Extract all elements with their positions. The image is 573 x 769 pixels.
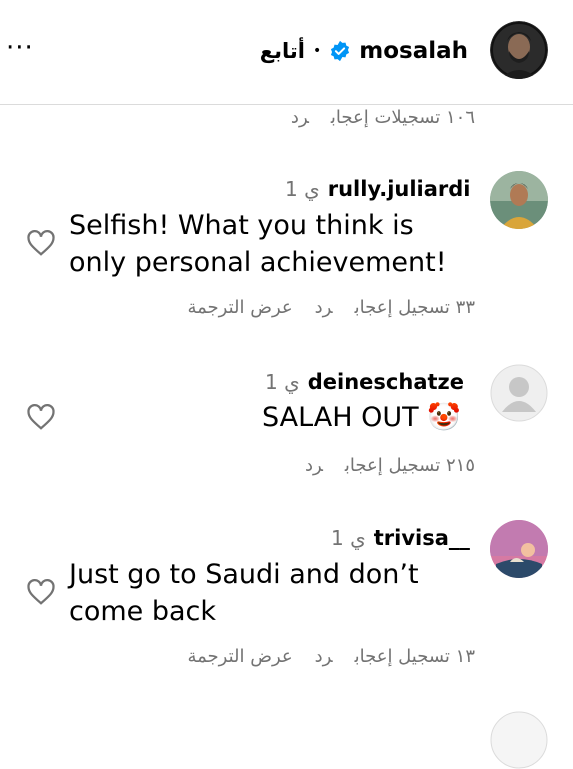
likes-count[interactable]: ٣٣ تسجيل إعجاب — [355, 297, 475, 318]
comment-username[interactable]: deineschatze — [308, 370, 464, 394]
header-divider — [0, 104, 573, 105]
comment-meta: ١٣ تسجيل إعجاب رد عرض الترجمة — [165, 646, 475, 667]
more-options-icon[interactable]: ··· — [6, 35, 34, 61]
header-username[interactable]: mosalah — [359, 38, 468, 64]
reply-button[interactable]: رد — [305, 455, 323, 476]
comment-text: Selfish! What you think is only personal… — [69, 207, 447, 281]
comment-text: SALAH OUT 🤡 — [262, 399, 461, 436]
avatar[interactable] — [490, 520, 548, 578]
comment-line: come back — [69, 596, 217, 627]
separator-dot: • — [312, 43, 322, 59]
profile-photo — [490, 171, 548, 229]
prev-comment-meta: ١٠٦ تسجيلات إعجاب رد — [269, 107, 475, 128]
post-header: ··· أتابع • mosalah — [0, 0, 573, 104]
comment-username[interactable]: rully.juliardi — [328, 177, 471, 201]
comment-header: 1 ي rully.juliardi — [285, 177, 471, 201]
heart-icon[interactable] — [26, 229, 56, 257]
comment-line: SALAH OUT 🤡 — [262, 402, 461, 433]
comment-line: Selfish! What you think is — [69, 210, 414, 241]
comment-time: 1 ي — [285, 177, 320, 201]
likes-count[interactable]: ١٠٦ تسجيلات إعجاب — [331, 107, 475, 128]
translate-button[interactable]: عرض الترجمة — [187, 646, 292, 667]
reply-button[interactable]: رد — [315, 297, 333, 318]
verified-badge-icon — [331, 40, 350, 62]
comment-username[interactable]: trivisa__ — [374, 526, 470, 550]
heart-icon[interactable] — [26, 403, 56, 431]
profile-photo — [490, 520, 548, 578]
heart-icon[interactable] — [26, 578, 56, 606]
comment-meta: ٣٣ تسجيل إعجاب رد عرض الترجمة — [165, 297, 475, 318]
reply-button[interactable]: رد — [291, 107, 309, 128]
comment-line: only personal achievement! — [69, 247, 447, 278]
comment-time: 1 ي — [265, 370, 300, 394]
comment-time: 1 ي — [331, 526, 366, 550]
header-user-row: أتابع • mosalah — [260, 34, 468, 68]
profile-photo — [490, 21, 548, 79]
comment-header: 1 ي trivisa__ — [331, 526, 470, 550]
default-avatar-icon — [490, 364, 548, 422]
likes-count[interactable]: ٢١٥ تسجيل إعجاب — [345, 455, 475, 476]
follow-button[interactable]: أتابع — [260, 39, 305, 63]
comment-meta: ٢١٥ تسجيل إعجاب رد — [283, 455, 475, 476]
avatar[interactable] — [490, 21, 548, 79]
comment-text: Just go to Saudi and don’t come back — [69, 556, 419, 630]
likes-count[interactable]: ١٣ تسجيل إعجاب — [355, 646, 475, 667]
reply-button[interactable]: رد — [315, 646, 333, 667]
translate-button[interactable]: عرض الترجمة — [187, 297, 292, 318]
comment-header: 1 ي deineschatze — [265, 370, 464, 394]
avatar[interactable] — [490, 364, 548, 422]
comment-line: Just go to Saudi and don’t — [69, 559, 419, 590]
avatar[interactable] — [490, 171, 548, 229]
